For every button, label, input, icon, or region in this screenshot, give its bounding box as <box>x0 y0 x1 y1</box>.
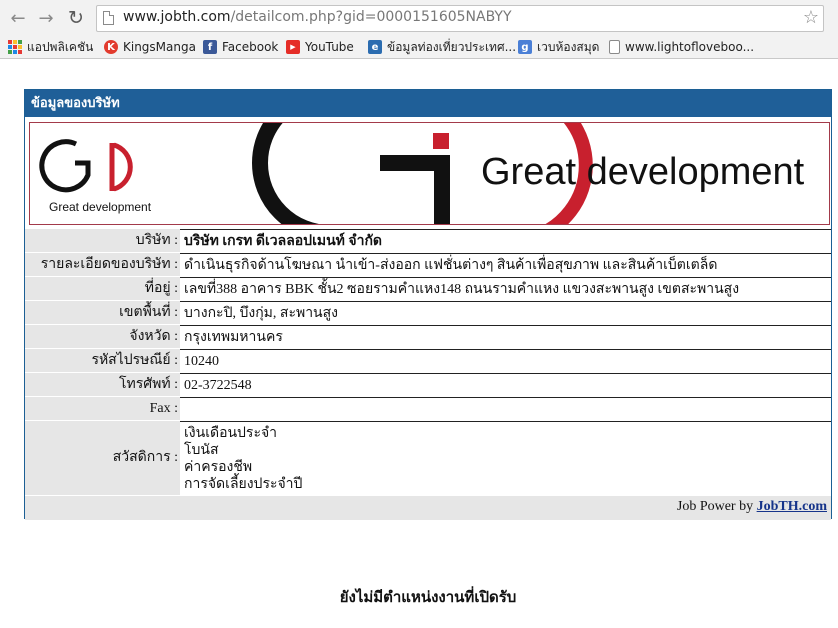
page-icon <box>103 11 114 25</box>
url-path: /detailcom.php?gid=0000151605NABYY <box>230 9 512 25</box>
detail-row-province: จังหวัด : กรุงเทพมหานคร <box>25 325 831 349</box>
company-postcode: 10240 <box>180 349 831 372</box>
detail-row-description: รายละเอียดของบริษัท : ดำเนินธุรกิจด้านโฆ… <box>25 253 831 277</box>
detail-label: บริษัท : <box>25 229 180 252</box>
page-icon <box>609 40 620 54</box>
bookmark-label: YouTube <box>305 40 354 54</box>
company-address: เลขที่388 อาคาร BBK ชั้น2 ซอยรามคำแหง148… <box>180 277 831 300</box>
bookmark-label: KingsManga <box>123 40 196 54</box>
forward-arrow-icon[interactable]: → <box>34 6 58 30</box>
browser-toolbar: ← → ↻ www.jobth.com/detailcom.php?gid=00… <box>0 0 838 36</box>
bookmark-facebook[interactable]: f Facebook <box>203 38 278 56</box>
company-details-table: บริษัท : บริษัท เกรท ดีเวลลอปเมนท์ จำกัด… <box>25 229 831 495</box>
detail-row-company: บริษัท : บริษัท เกรท ดีเวลลอปเมนท์ จำกัด <box>25 229 831 253</box>
powered-by: Job Power by JobTH.com <box>25 496 831 520</box>
company-area: บางกะปิ, บึงกุ่ม, สะพานสูง <box>180 301 831 324</box>
banner-title: Great development <box>481 151 805 193</box>
bookmark-label: แอปพลิเคชัน <box>27 39 94 54</box>
bookmark-lightoflove[interactable]: www.lightofloveboo... <box>609 38 754 56</box>
detail-label: รายละเอียดของบริษัท : <box>25 253 180 276</box>
kingsmanga-icon: K <box>104 40 118 54</box>
facebook-icon: f <box>203 40 217 54</box>
company-banner: Great development Great development <box>29 122 830 225</box>
bookmark-library[interactable]: g เวบห้องสมุด <box>518 38 599 56</box>
benefit-item: การจัดเลี้ยงประจำปี <box>184 477 303 492</box>
benefit-item: เงินเดือนประจำ <box>184 426 278 441</box>
toolbar-divider <box>0 58 838 59</box>
powered-by-text: Job Power by <box>676 499 754 514</box>
travel-icon: e <box>368 40 382 54</box>
bookmark-label: Facebook <box>222 40 279 54</box>
bookmark-travel[interactable]: e ข้อมูลท่องเที่ยวประเทศ... <box>368 38 516 56</box>
detail-row-benefits: สวัสดิการ : เงินเดือนประจำ โบนัส ค่าครอง… <box>25 421 831 495</box>
jobth-link[interactable]: JobTH.com <box>757 499 827 514</box>
detail-label: โทรศัพท์ : <box>25 373 180 396</box>
bookmark-apps[interactable]: แอปพลิเคชัน <box>8 38 93 56</box>
benefits-list: เงินเดือนประจำ โบนัส ค่าครองชีพ การจัดเล… <box>180 421 831 495</box>
detail-label: ที่อยู่ : <box>25 277 180 300</box>
bookmark-youtube[interactable]: ▶ YouTube <box>286 38 354 56</box>
panel-header: ข้อมูลของบริษัท <box>25 90 831 117</box>
url-host: www.jobth.com <box>123 9 231 25</box>
back-arrow-icon[interactable]: ← <box>6 6 30 30</box>
logo-caption: Great development <box>49 200 152 214</box>
detail-label: จังหวัด : <box>25 325 180 348</box>
bookmark-kingsmanga[interactable]: K KingsManga <box>104 38 196 56</box>
detail-row-fax: Fax : <box>25 397 831 421</box>
address-bar[interactable]: www.jobth.com/detailcom.php?gid=00001516… <box>96 5 824 32</box>
company-info-panel: ข้อมูลของบริษัท Great development Great … <box>24 89 832 520</box>
detail-label: สวัสดิการ : <box>25 421 180 495</box>
detail-row-area: เขตพื้นที่ : บางกะปิ, บึงกุ่ม, สะพานสูง <box>25 301 831 325</box>
apps-icon <box>8 40 22 54</box>
url-text[interactable]: www.jobth.com/detailcom.php?gid=00001516… <box>123 9 512 25</box>
detail-row-postcode: รหัสไปรษณีย์ : 10240 <box>25 349 831 373</box>
bookmark-label: เวบห้องสมุด <box>537 39 600 54</box>
bookmark-label: ข้อมูลท่องเที่ยวประเทศ... <box>387 39 517 54</box>
detail-label: รหัสไปรษณีย์ : <box>25 349 180 372</box>
detail-row-address: ที่อยู่ : เลขที่388 อาคาร BBK ชั้น2 ซอยร… <box>25 277 831 301</box>
bookmark-star-icon[interactable]: ☆ <box>803 7 819 28</box>
company-phone: 02-3722548 <box>180 373 831 396</box>
detail-label: Fax : <box>25 397 180 420</box>
no-positions-notice: ยังไม่มีตำแหน่งงานที่เปิดรับ <box>339 588 517 606</box>
detail-label: เขตพื้นที่ : <box>25 301 180 324</box>
bookmark-label: www.lightofloveboo... <box>625 40 755 54</box>
detail-row-phone: โทรศัพท์ : 02-3722548 <box>25 373 831 397</box>
youtube-icon: ▶ <box>286 40 300 54</box>
benefit-item: โบนัส <box>184 443 219 458</box>
company-province: กรุงเทพมหานคร <box>180 325 831 348</box>
company-fax <box>180 397 831 420</box>
company-name: บริษัท เกรท ดีเวลลอปเมนท์ จำกัด <box>180 229 831 252</box>
google-icon: g <box>518 40 532 54</box>
reload-icon[interactable]: ↻ <box>64 6 88 30</box>
company-description: ดำเนินธุรกิจด้านโฆษณา นำเข้า-ส่งออก แฟชั… <box>180 253 831 276</box>
bookmarks-bar: แอปพลิเคชัน K KingsManga f Facebook ▶ Yo… <box>0 36 838 58</box>
benefit-item: ค่าครองชีพ <box>184 460 253 475</box>
